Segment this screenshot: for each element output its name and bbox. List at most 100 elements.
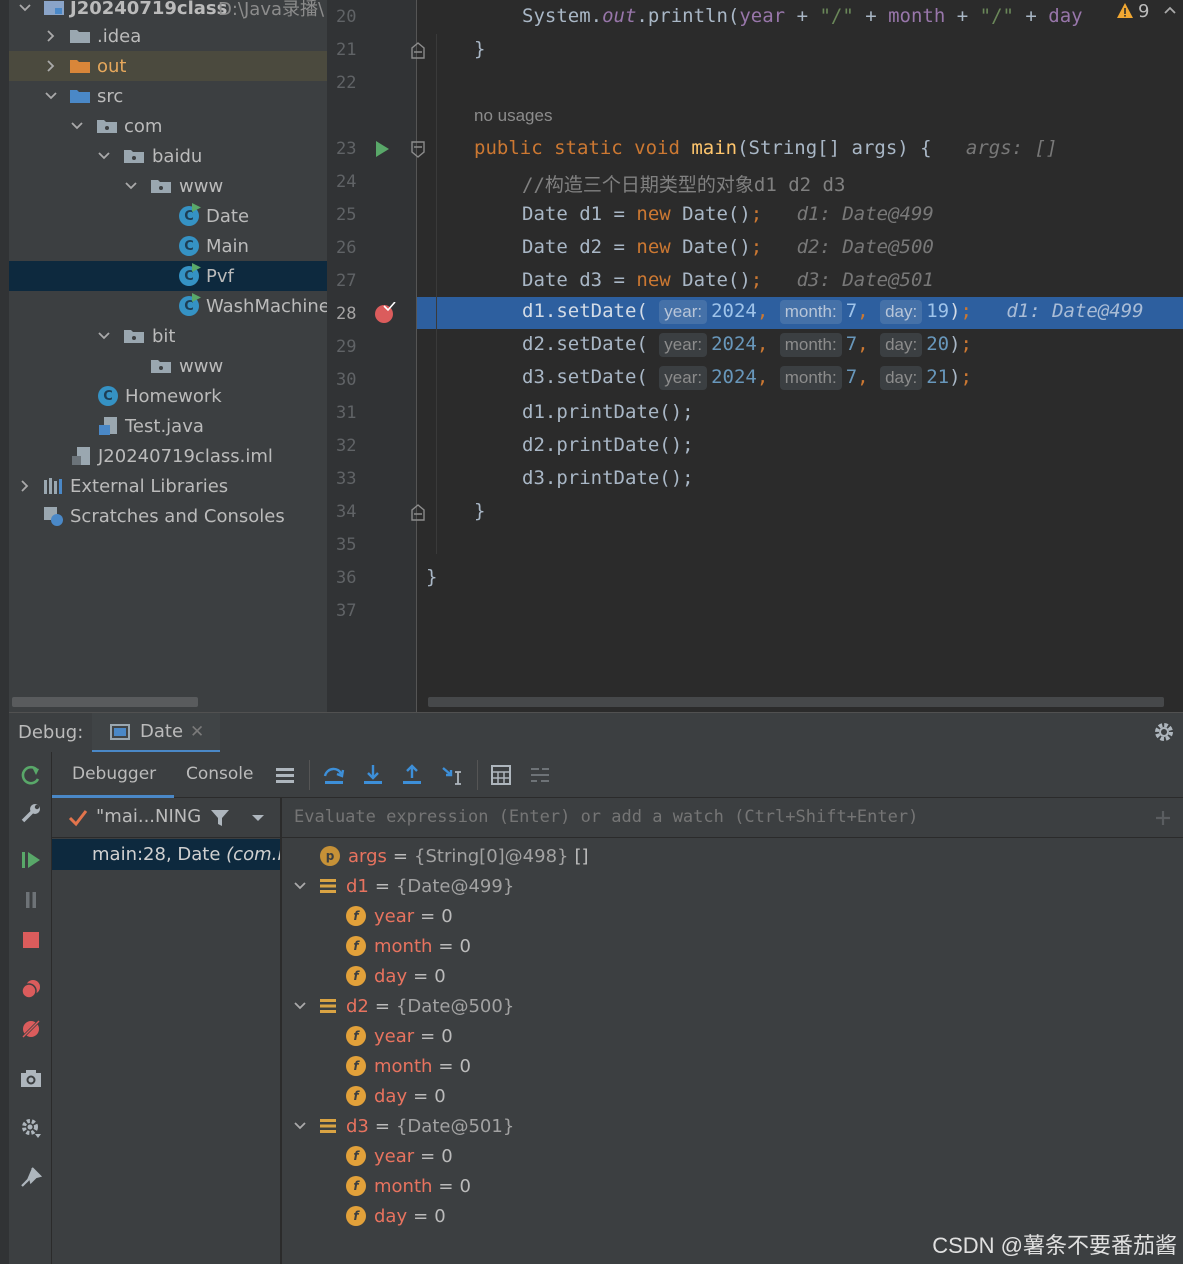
arg-month: 7	[845, 333, 858, 355]
thread-selector[interactable]: "mai...NING	[52, 798, 280, 838]
field-year[interactable]: f year = 0	[346, 1021, 453, 1051]
code-line-29: d2.setDate( year: 2024, month: 7, day: 20);	[522, 333, 972, 357]
resume-icon[interactable]	[19, 848, 43, 872]
chevron-right-icon[interactable]	[17, 478, 33, 494]
chevron-down-icon[interactable]	[292, 1118, 308, 1134]
run-to-cursor-icon[interactable]	[440, 763, 464, 787]
stop-icon[interactable]	[19, 928, 43, 952]
variable-args[interactable]: p args = {String[0]@498} []	[320, 841, 589, 871]
warnings-indicator[interactable]: 9	[1100, 0, 1183, 30]
evaluate-expression-icon[interactable]	[489, 763, 513, 787]
tree-item-washmachine-class[interactable]: C WashMachine	[9, 291, 327, 321]
inlay-exec: d1: Date@499	[1006, 300, 1144, 322]
chevron-right-icon[interactable]	[43, 28, 59, 44]
tree-item-www[interactable]: www	[9, 171, 327, 201]
field-value: 0	[441, 1145, 453, 1167]
step-over-icon[interactable]	[322, 763, 346, 787]
variable-d2[interactable]: d2 = {Date@500}	[292, 991, 514, 1021]
tree-item-idea[interactable]: .idea	[9, 21, 327, 51]
rerun-icon[interactable]	[19, 763, 43, 787]
line-number: 30	[336, 370, 357, 390]
view-breakpoints-icon[interactable]	[19, 977, 43, 1001]
local-variable-icon	[320, 1119, 336, 1133]
chevron-down-icon[interactable]	[69, 118, 85, 134]
tab-console[interactable]: Console	[174, 752, 264, 798]
run-gutter-icon[interactable]	[374, 140, 390, 158]
tree-item-test-java[interactable]: Test.java	[9, 411, 327, 441]
chevron-down-icon[interactable]	[292, 998, 308, 1014]
field-equals: =	[438, 1055, 454, 1077]
tree-item-homework-class[interactable]: C Homework	[9, 381, 327, 411]
chevron-down-icon[interactable]	[96, 328, 112, 344]
layout-icon[interactable]	[273, 763, 297, 787]
field-day[interactable]: f day = 0	[346, 1081, 446, 1111]
param-hint-day: day:	[880, 333, 923, 357]
tree-item-bit[interactable]: bit	[9, 321, 327, 351]
filter-icon[interactable]	[210, 808, 230, 828]
fold-icon[interactable]	[410, 41, 426, 59]
tree-item-src[interactable]: src	[9, 81, 327, 111]
chevron-down-icon[interactable]	[292, 878, 308, 894]
chevron-down-icon[interactable]	[43, 88, 59, 104]
pin-icon[interactable]	[19, 1165, 43, 1189]
fold-icon[interactable]	[410, 141, 426, 159]
tree-item-bit-www[interactable]: www	[9, 351, 327, 381]
tree-item-main-class[interactable]: C Main	[9, 231, 327, 261]
field-value: 0	[459, 1175, 471, 1197]
field-month[interactable]: f month = 0	[346, 1051, 471, 1081]
tree-horizontal-scrollbar[interactable]	[12, 697, 198, 707]
pause-icon[interactable]	[19, 888, 43, 912]
close-icon[interactable]: ✕	[190, 722, 204, 742]
line-number: 24	[336, 172, 357, 192]
tree-item-scratches[interactable]: Scratches and Consoles	[9, 501, 327, 531]
tree-item-external-libraries[interactable]: External Libraries	[9, 471, 327, 501]
dropdown-arrow-icon[interactable]	[250, 810, 266, 826]
excluded-folder-icon	[69, 58, 91, 74]
tree-item-project-root[interactable]: J20240719class D:\Java录播\	[9, 0, 327, 23]
editor-horizontal-scrollbar[interactable]	[428, 697, 1164, 707]
add-watch-icon[interactable]	[1153, 808, 1173, 828]
variable-d3[interactable]: d3 = {Date@501}	[292, 1111, 514, 1141]
chevron-down-icon[interactable]	[17, 0, 33, 16]
line-number: 35	[336, 535, 357, 555]
debug-session-tab[interactable]: Date ✕	[92, 713, 220, 753]
gear-icon[interactable]	[1153, 721, 1175, 743]
tree-item-com[interactable]: com	[9, 111, 327, 141]
tree-item-label: www	[179, 355, 224, 377]
line-number-current: 28	[336, 304, 357, 324]
no-usages-hint[interactable]: no usages	[474, 106, 552, 126]
java-file-icon	[98, 416, 120, 436]
tree-item-date-class[interactable]: C Date	[9, 201, 327, 231]
tree-item-iml-file[interactable]: J20240719class.iml	[9, 441, 327, 471]
trace-stream-icon[interactable]	[528, 763, 552, 787]
field-day[interactable]: f day = 0	[346, 1201, 446, 1231]
chevron-down-icon[interactable]	[123, 178, 139, 194]
settings-icon[interactable]	[19, 1116, 43, 1140]
line-number: 32	[336, 436, 357, 456]
tab-debugger[interactable]: Debugger	[52, 752, 174, 798]
wrench-icon[interactable]	[19, 801, 43, 825]
field-year[interactable]: f year = 0	[346, 1141, 453, 1171]
chevron-right-icon[interactable]	[43, 58, 59, 74]
variable-d1[interactable]: d1 = {Date@499}	[292, 871, 514, 901]
eval-input-placeholder[interactable]: Evaluate expression (Enter) or add a wat…	[294, 807, 918, 827]
field-month[interactable]: f month = 0	[346, 931, 471, 961]
step-out-icon[interactable]	[400, 763, 424, 787]
fold-icon[interactable]	[410, 503, 426, 521]
step-into-icon[interactable]	[361, 763, 385, 787]
chevron-up-icon[interactable]	[1162, 2, 1178, 18]
field-month[interactable]: f month = 0	[346, 1171, 471, 1201]
line-number: 37	[336, 601, 357, 621]
field-equals: =	[438, 935, 454, 957]
breakpoint-icon[interactable]	[374, 301, 396, 324]
chevron-down-icon[interactable]	[96, 148, 112, 164]
tree-item-pvf-class[interactable]: C Pvf	[9, 261, 327, 291]
mute-breakpoints-icon[interactable]	[19, 1017, 43, 1041]
field-day[interactable]: f day = 0	[346, 961, 446, 991]
evaluate-bar[interactable]: Evaluate expression (Enter) or add a wat…	[282, 798, 1183, 838]
tree-item-out[interactable]: out	[9, 51, 327, 81]
field-year[interactable]: f year = 0	[346, 901, 453, 931]
camera-icon[interactable]	[19, 1066, 43, 1090]
stack-frame-row[interactable]: main:28, Date (com.ba	[52, 839, 280, 870]
tree-item-baidu[interactable]: baidu	[9, 141, 327, 171]
